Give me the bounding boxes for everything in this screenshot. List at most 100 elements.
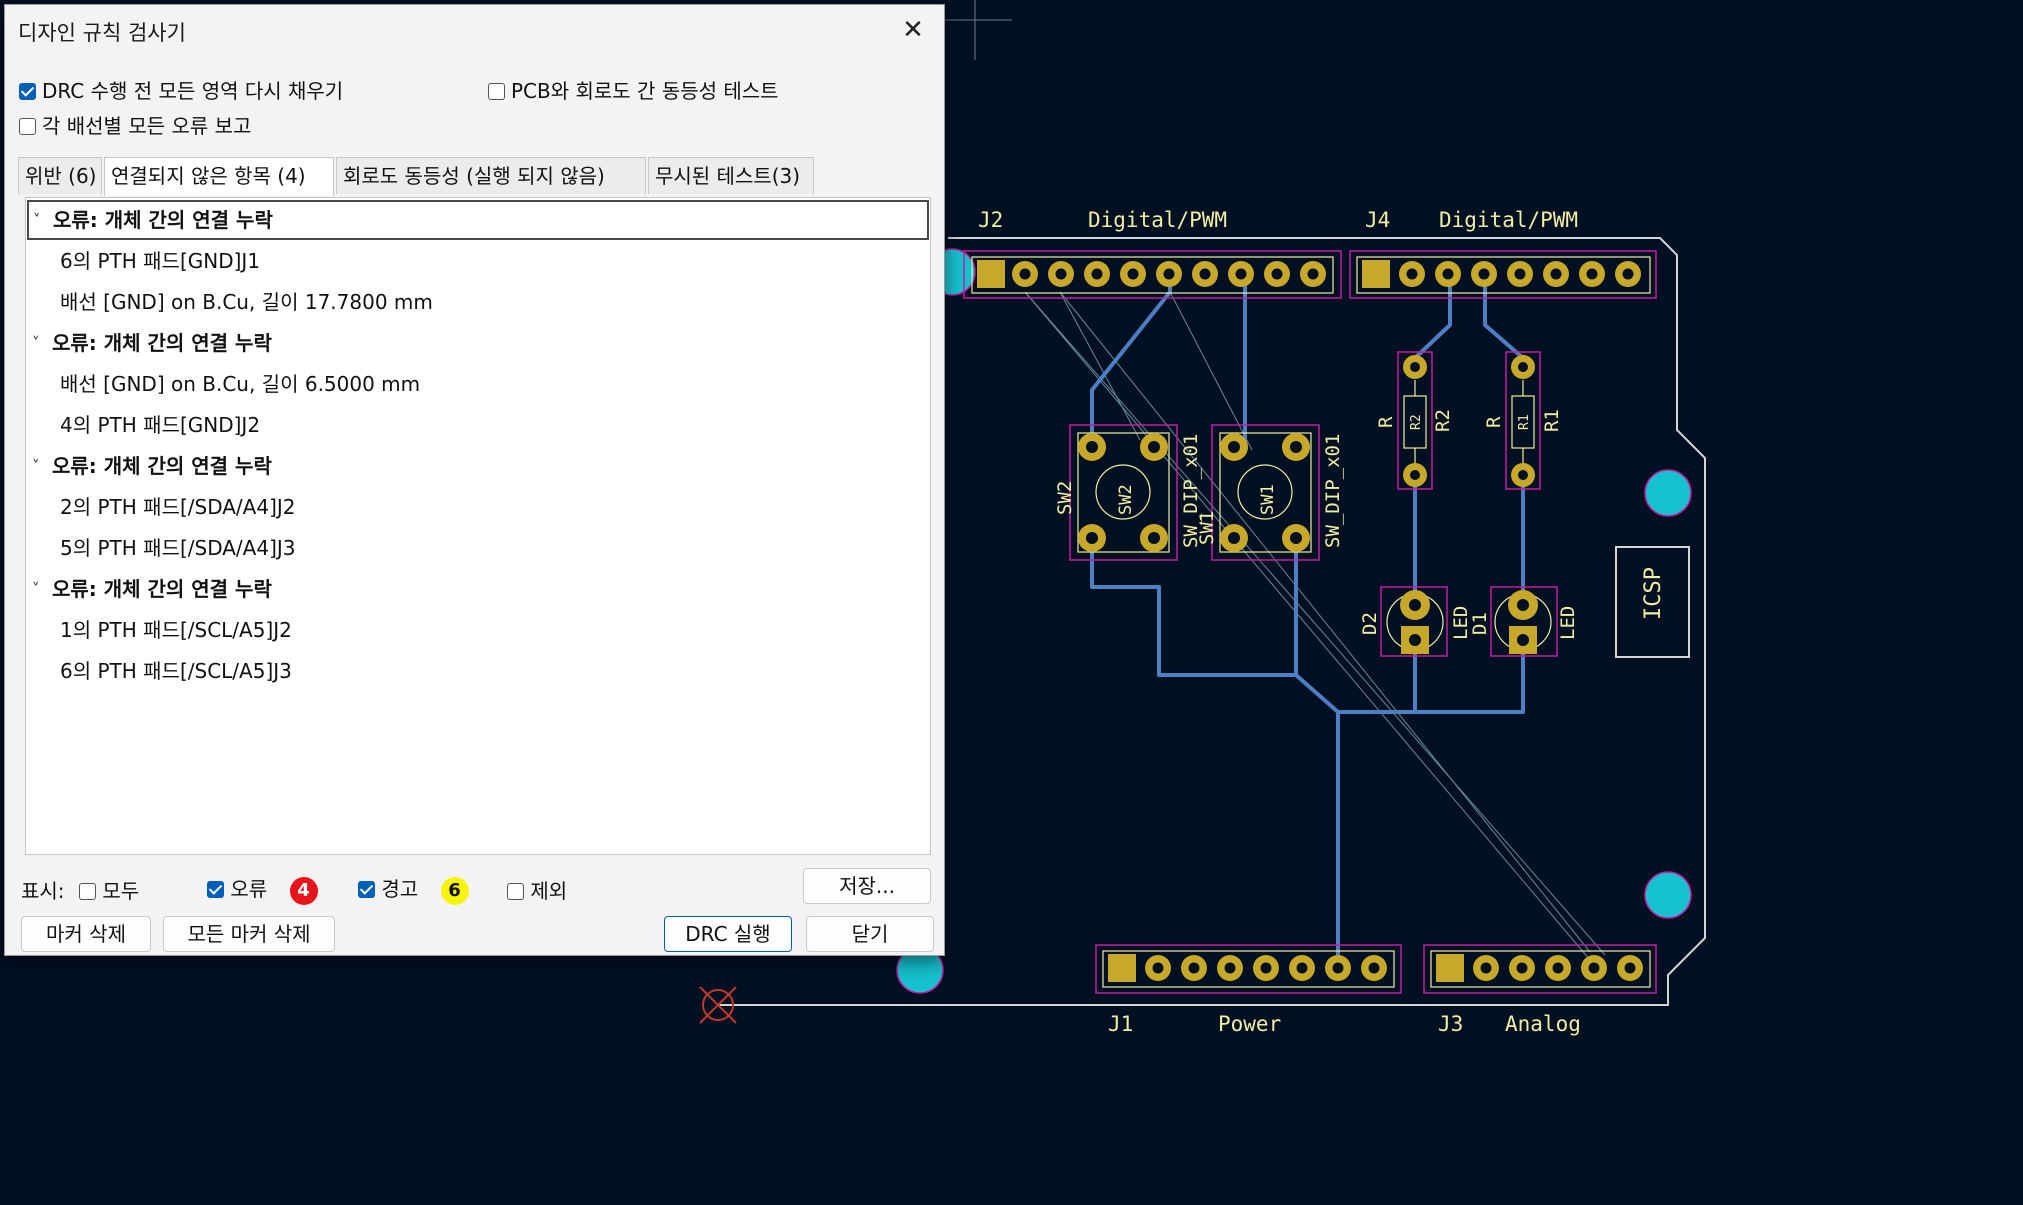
pad-hole	[1588, 962, 1600, 974]
dialog-titlebar[interactable]: 디자인 규칙 검사기 ✕	[5, 5, 944, 55]
error-count-badge: 4	[289, 876, 318, 905]
filter-warnings[interactable]: 경고 6	[358, 873, 469, 905]
pad-hole	[1055, 268, 1067, 280]
filter-all-checkbox[interactable]	[79, 882, 96, 900]
pad-hole	[1622, 268, 1634, 280]
pad-hole	[1514, 268, 1526, 280]
pad-hole	[1516, 962, 1528, 974]
r2-value: R	[1375, 416, 1397, 428]
pad-hole	[1332, 962, 1344, 974]
pad-hole	[1235, 268, 1247, 280]
parity-test-label: PCB와 회로도 간 동등성 테스트	[511, 79, 779, 103]
row-text: 4의 PTH 패드[GND]J2	[60, 413, 261, 437]
drc-dialog: 디자인 규칙 검사기 ✕ DRC 수행 전 모든 영역 다시 채우기 PCB와 …	[4, 4, 945, 956]
d1-value: LED	[1557, 606, 1579, 640]
run-drc-button[interactable]: DRC 실행	[664, 916, 792, 952]
row-text: 6의 PTH 패드[/SCL/A5]J3	[60, 659, 292, 683]
chevron-down-icon[interactable]: ˅	[32, 323, 40, 363]
r1-ref: R1	[1541, 409, 1563, 432]
j4-desc: Digital/PWM	[1439, 208, 1578, 232]
pad-hole	[1091, 268, 1103, 280]
sw1-ref: SW1	[1196, 511, 1218, 545]
sw1-inner: SW1	[1258, 484, 1278, 515]
pad-hole	[1406, 268, 1418, 280]
filter-errors-label: 오류	[230, 877, 268, 901]
delete-all-markers-button[interactable]: 모든 마커 삭제	[163, 916, 335, 952]
led-d1[interactable]	[1490, 586, 1558, 657]
pad-hole	[1550, 268, 1562, 280]
filter-errors-checkbox[interactable]	[207, 880, 224, 898]
filter-excluded-label: 제외	[530, 879, 568, 903]
close-button[interactable]: 닫기	[806, 916, 934, 952]
filter-excluded-checkbox[interactable]	[507, 882, 524, 900]
mounting-hole	[1644, 469, 1692, 517]
row-text: 6의 PTH 패드[GND]J1	[60, 249, 261, 273]
report-all-checkbox[interactable]	[19, 117, 36, 135]
refill-zones-option[interactable]: DRC 수행 전 모든 영역 다시 채우기	[19, 75, 343, 104]
save-button[interactable]: 저장...	[803, 868, 931, 904]
chevron-down-icon[interactable]: ˅	[32, 446, 40, 486]
j3-ref: J3	[1438, 1012, 1463, 1036]
pad-hole	[1307, 268, 1319, 280]
parity-test-option[interactable]: PCB와 회로도 간 동등성 테스트	[488, 75, 779, 104]
filter-all[interactable]: 모두	[79, 875, 139, 904]
dialog-title: 디자인 규칙 검사기	[18, 21, 186, 45]
report-all-label: 각 배선별 모든 오류 보고	[42, 114, 252, 138]
warning-count-badge: 6	[440, 876, 469, 905]
delete-markers-button[interactable]: 마커 삭제	[21, 916, 151, 952]
pad-hole	[1478, 268, 1490, 280]
close-icon[interactable]: ✕	[896, 13, 930, 47]
row-text: 2의 PTH 패드[/SDA/A4]J2	[60, 495, 296, 519]
refill-zones-checkbox[interactable]	[19, 82, 36, 100]
d2-ref: D2	[1359, 612, 1381, 635]
sw1-value: SW_DIP_x01	[1322, 434, 1344, 548]
pad-hole	[1552, 962, 1564, 974]
report-all-option[interactable]: 각 배선별 모든 오류 보고	[19, 110, 251, 139]
tab-unconnected[interactable]: 연결되지 않은 항목 (4)	[104, 157, 334, 196]
connector-j3[interactable]	[1423, 944, 1657, 994]
filter-excluded[interactable]: 제외	[507, 875, 567, 904]
chevron-down-icon[interactable]: ˅	[33, 200, 41, 240]
pad-hole	[1224, 962, 1236, 974]
sw2-ref: SW2	[1054, 481, 1076, 515]
row-text: 오류: 개체 간의 연결 누락	[52, 331, 272, 355]
r1-value: R	[1483, 416, 1505, 428]
d1-ref: D1	[1469, 612, 1491, 635]
j1-ref: J1	[1108, 1012, 1133, 1036]
j2-desc: Digital/PWM	[1088, 208, 1227, 232]
mounting-hole	[1644, 871, 1692, 919]
led-d2[interactable]	[1380, 586, 1448, 657]
connector-j4[interactable]	[1349, 250, 1657, 299]
pad-hole	[1163, 268, 1175, 280]
row-text: 배선 [GND] on B.Cu, 길이 6.5000 mm	[60, 372, 421, 396]
filter-warnings-checkbox[interactable]	[358, 880, 375, 898]
unconnected-items-list[interactable]: ˅ 오류: 개체 간의 연결 누락 6의 PTH 패드[GND]J1 배선 [GND]…	[25, 197, 931, 855]
pad-hole	[1624, 962, 1636, 974]
icsp-footprint[interactable]: ICSP	[1615, 546, 1690, 658]
tab-ignored-tests[interactable]: 무시된 테스트(3)	[648, 157, 814, 194]
row-text: 5의 PTH 패드[/SDA/A4]J3	[60, 536, 296, 560]
chevron-down-icon[interactable]: ˅	[32, 569, 40, 609]
pad-hole	[1271, 268, 1283, 280]
pad-hole	[1586, 268, 1598, 280]
pad-hole	[1260, 962, 1272, 974]
filter-errors[interactable]: 오류 4	[207, 873, 318, 905]
sw2-inner: SW2	[1116, 484, 1136, 515]
connector-j2[interactable]	[963, 250, 1342, 299]
tab-schematic-parity[interactable]: 회로도 동등성 (실행 되지 않음)	[336, 157, 646, 194]
row-text: 오류: 개체 간의 연결 누락	[52, 454, 272, 478]
pad-hole	[1442, 268, 1454, 280]
icsp-label: ICSP	[1641, 567, 1666, 620]
filter-label: 표시:	[21, 879, 65, 903]
error-group-row[interactable]: ˅ 오류: 개체 간의 연결 누락	[27, 200, 929, 240]
pad-hole	[1296, 962, 1308, 974]
pad-hole	[1019, 268, 1031, 280]
j4-ref: J4	[1365, 208, 1390, 232]
tab-violations[interactable]: 위반 (6)	[18, 157, 102, 194]
pad-hole	[1368, 962, 1380, 974]
parity-test-checkbox[interactable]	[488, 82, 505, 100]
refill-zones-label: DRC 수행 전 모든 영역 다시 채우기	[42, 79, 344, 103]
connector-j1[interactable]	[1095, 944, 1402, 994]
pad-hole	[1127, 268, 1139, 280]
row-text: 오류: 개체 간의 연결 누락	[52, 577, 272, 601]
